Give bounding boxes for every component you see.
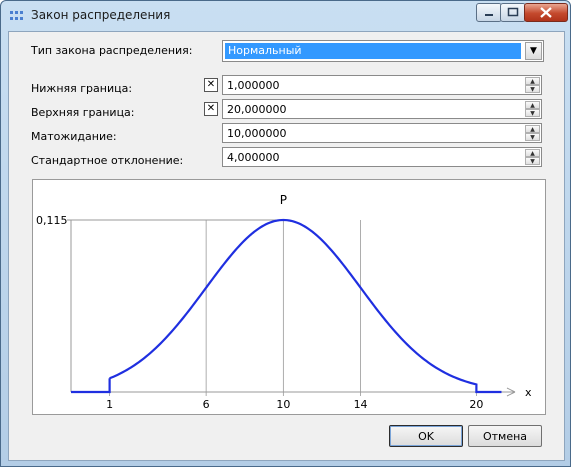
spin-up-icon[interactable]: ▲ [525,77,540,85]
dialog-window: Закон распределения Тип закона распредел… [0,0,571,467]
title-bar[interactable]: Закон распределения [1,1,570,31]
ok-button[interactable]: OK [389,425,463,447]
distribution-type-label: Тип закона распределения: [31,44,193,57]
spin-up-icon[interactable]: ▲ [525,149,540,157]
maximize-icon [507,7,519,17]
mean-field[interactable]: 10,000000 ▲ ▼ [222,123,542,143]
mean-value: 10,000000 [227,127,287,140]
upper-bound-checkbox[interactable]: ✕ [204,102,218,116]
close-icon [540,7,552,18]
mean-label: Матожидание: [31,130,117,143]
close-button[interactable] [524,3,568,22]
distribution-icon [10,11,23,20]
window-title: Закон распределения [31,8,171,22]
maximize-button[interactable] [500,3,526,22]
lower-bound-field[interactable]: 1,000000 ▲ ▼ [222,75,542,95]
cancel-button[interactable]: Отмена [468,425,542,447]
spin-up-icon[interactable]: ▲ [525,101,540,109]
spin-down-icon[interactable]: ▼ [525,85,540,93]
x-tick-label: 10 [276,398,290,411]
spin-down-icon[interactable]: ▼ [525,157,540,165]
density-curve [71,218,502,394]
minimize-icon [485,14,493,16]
distribution-chart: x P 0,115 1 6 10 14 20 [32,179,546,415]
upper-bound-value: 20,000000 [227,103,287,116]
lower-bound-label: Нижняя граница: [31,82,133,95]
upper-bound-field[interactable]: 20,000000 ▲ ▼ [222,99,542,119]
stddev-field[interactable]: 4,000000 ▲ ▼ [222,147,542,167]
minimize-button[interactable] [476,3,502,22]
distribution-type-value: Нормальный [225,43,521,59]
x-tick-label: 1 [106,398,113,411]
spin-up-icon[interactable]: ▲ [525,125,540,133]
lower-bound-value: 1,000000 [227,79,280,92]
x-axis-label: x [525,386,532,399]
distribution-type-select[interactable]: Нормальный ▼ [222,40,544,62]
peak-value-label: 0,115 [36,214,68,227]
x-tick-label: 14 [354,398,368,411]
x-tick-label: 20 [469,398,483,411]
dialog-body: Тип закона распределения: Нормальный ▼ Н… [8,31,565,461]
spin-down-icon[interactable]: ▼ [525,109,540,117]
stddev-value: 4,000000 [227,151,280,164]
chart-canvas: x P 0,115 1 6 10 14 20 [36,193,532,411]
upper-bound-label: Верхняя граница: [31,106,135,119]
chevron-down-icon[interactable]: ▼ [525,42,542,60]
lower-bound-checkbox[interactable]: ✕ [204,78,218,92]
x-tick-label: 6 [203,398,210,411]
stddev-label: Стандартное отклонение: [31,154,184,167]
spin-down-icon[interactable]: ▼ [525,133,540,141]
chart-title: P [280,193,287,207]
